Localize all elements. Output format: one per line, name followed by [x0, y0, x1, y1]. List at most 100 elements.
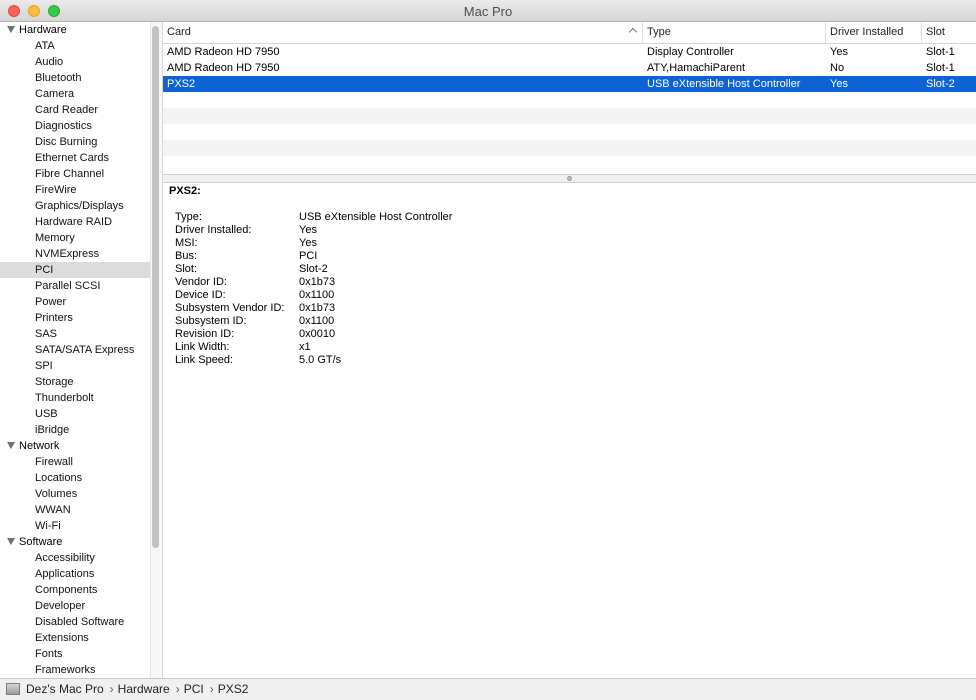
sidebar-item-thunderbolt[interactable]: Thunderbolt [0, 390, 150, 406]
pci-cards-table: Card Type Driver Installed Slot AMD Rade… [163, 22, 976, 174]
sidebar-item-locations[interactable]: Locations [0, 470, 150, 486]
sidebar-item-diagnostics[interactable]: Diagnostics [0, 118, 150, 134]
sidebar-item-pci[interactable]: PCI [0, 262, 150, 278]
sidebar-item-components[interactable]: Components [0, 582, 150, 598]
cell-card: AMD Radeon HD 7950 [167, 46, 280, 58]
empty-table-row [163, 124, 976, 140]
sidebar-item-parallel-scsi[interactable]: Parallel SCSI [0, 278, 150, 294]
field-label: MSI: [175, 237, 198, 249]
field-value: 0x1b73 [299, 276, 336, 288]
column-header-type[interactable]: Type [643, 22, 826, 43]
chevron-right-icon: › [175, 682, 180, 696]
sidebar-item-disabled-software[interactable]: Disabled Software [0, 614, 150, 630]
computer-icon [6, 683, 20, 695]
disclosure-triangle-icon[interactable] [7, 26, 15, 33]
sidebar-item-spi[interactable]: SPI [0, 358, 150, 374]
sidebar-item-wwan[interactable]: WWAN [0, 502, 150, 518]
cell-slot: Slot-1 [926, 62, 955, 74]
divider-handle-icon[interactable] [567, 176, 572, 181]
sidebar-item-graphics-displays[interactable]: Graphics/Displays [0, 198, 150, 214]
field-value: 0x0010 [299, 328, 336, 340]
sidebar-item-hardware-raid[interactable]: Hardware RAID [0, 214, 150, 230]
cell-slot: Slot-1 [926, 46, 955, 58]
disclosure-triangle-icon[interactable] [7, 442, 15, 449]
path-bar: Dez's Mac Pro › Hardware › PCI › PXS2 [0, 678, 976, 700]
sidebar-item-sata-express[interactable]: SATA/SATA Express [0, 342, 150, 358]
cell-driver-installed: Yes [830, 46, 848, 58]
detail-field: Link Speed: 5.0 GT/s [175, 354, 341, 367]
field-value: Slot-2 [299, 263, 328, 275]
sidebar-group-software[interactable]: Software [0, 534, 150, 550]
sidebar-item-frameworks[interactable]: Frameworks [0, 662, 150, 678]
sidebar-item-card-reader[interactable]: Card Reader [0, 102, 150, 118]
split-view-divider[interactable] [163, 174, 976, 183]
field-label: Subsystem Vendor ID: [175, 302, 285, 314]
sidebar-item-firewire[interactable]: FireWire [0, 182, 150, 198]
sidebar-scroll-thumb[interactable] [152, 26, 159, 548]
column-header-card[interactable]: Card [163, 22, 643, 43]
sidebar-item-disc-burning[interactable]: Disc Burning [0, 134, 150, 150]
sidebar-item-usb[interactable]: USB [0, 406, 150, 422]
breadcrumb-item-computer[interactable]: Dez's Mac Pro [26, 682, 104, 696]
table-row-selected[interactable]: PXS2 USB eXtensible Host Controller Yes … [163, 76, 976, 92]
sidebar: Hardware ATA Audio Bluetooth Camera Card… [0, 22, 150, 678]
breadcrumb-item-pci[interactable]: PCI [184, 682, 204, 696]
sidebar-item-fibre-channel[interactable]: Fibre Channel [0, 166, 150, 182]
sidebar-item-developer[interactable]: Developer [0, 598, 150, 614]
sidebar-item-storage[interactable]: Storage [0, 374, 150, 390]
cell-type: Display Controller [647, 46, 734, 58]
table-row[interactable]: AMD Radeon HD 7950 ATY,HamachiParent No … [163, 60, 976, 76]
cell-card: AMD Radeon HD 7950 [167, 62, 280, 74]
sidebar-item-nvmexpress[interactable]: NVMExpress [0, 246, 150, 262]
field-value: Yes [299, 224, 317, 236]
detail-field: Subsystem Vendor ID: 0x1b73 [175, 302, 335, 315]
sidebar-item-extensions[interactable]: Extensions [0, 630, 150, 646]
sidebar-group-hardware[interactable]: Hardware [0, 22, 150, 38]
disclosure-triangle-icon[interactable] [7, 538, 15, 545]
field-value: 0x1b73 [299, 302, 336, 314]
breadcrumb-item-hardware[interactable]: Hardware [118, 682, 170, 696]
column-header-slot[interactable]: Slot [922, 22, 976, 43]
sidebar-item-ata[interactable]: ATA [0, 38, 150, 54]
sidebar-item-accessibility[interactable]: Accessibility [0, 550, 150, 566]
field-value: 5.0 GT/s [299, 354, 342, 366]
sidebar-group-label: Hardware [19, 24, 67, 36]
sidebar-item-ibridge[interactable]: iBridge [0, 422, 150, 438]
sidebar-group-label: Software [19, 536, 63, 548]
sidebar-item-ethernet-cards[interactable]: Ethernet Cards [0, 150, 150, 166]
detail-field: Subsystem ID: 0x1100 [175, 315, 334, 328]
sidebar-item-firewall[interactable]: Firewall [0, 454, 150, 470]
sidebar-item-fonts[interactable]: Fonts [0, 646, 150, 662]
empty-table-row [163, 156, 976, 174]
field-value: Yes [299, 237, 317, 249]
sidebar-item-printers[interactable]: Printers [0, 310, 150, 326]
breadcrumb-item-pxs2[interactable]: PXS2 [218, 682, 249, 696]
field-value: x1 [299, 341, 311, 353]
sidebar-group-label: Network [19, 440, 60, 452]
sidebar-group-network[interactable]: Network [0, 438, 150, 454]
cell-type: ATY,HamachiParent [647, 62, 746, 74]
field-label: Link Width: [175, 341, 230, 353]
column-header-driver-installed[interactable]: Driver Installed [826, 22, 922, 43]
sidebar-item-bluetooth[interactable]: Bluetooth [0, 70, 150, 86]
sidebar-item-applications[interactable]: Applications [0, 566, 150, 582]
table-row[interactable]: AMD Radeon HD 7950 Display Controller Ye… [163, 44, 976, 60]
sidebar-item-power[interactable]: Power [0, 294, 150, 310]
sidebar-item-camera[interactable]: Camera [0, 86, 150, 102]
field-value: PCI [299, 250, 318, 262]
cell-slot: Slot-2 [926, 78, 955, 90]
sidebar-item-volumes[interactable]: Volumes [0, 486, 150, 502]
field-label: Revision ID: [175, 328, 235, 340]
field-label: Device ID: [175, 289, 226, 301]
sidebar-item-wi-fi[interactable]: Wi-Fi [0, 518, 150, 534]
field-label: Driver Installed: [175, 224, 252, 236]
detail-field: Driver Installed: Yes [175, 224, 317, 237]
empty-table-row [163, 140, 976, 156]
field-value: USB eXtensible Host Controller [299, 211, 453, 223]
title-bar: Mac Pro [0, 0, 976, 22]
sidebar-item-audio[interactable]: Audio [0, 54, 150, 70]
sidebar-item-sas[interactable]: SAS [0, 326, 150, 342]
sidebar-item-memory[interactable]: Memory [0, 230, 150, 246]
detail-field: MSI: Yes [175, 237, 317, 250]
field-label: Bus: [175, 250, 198, 262]
